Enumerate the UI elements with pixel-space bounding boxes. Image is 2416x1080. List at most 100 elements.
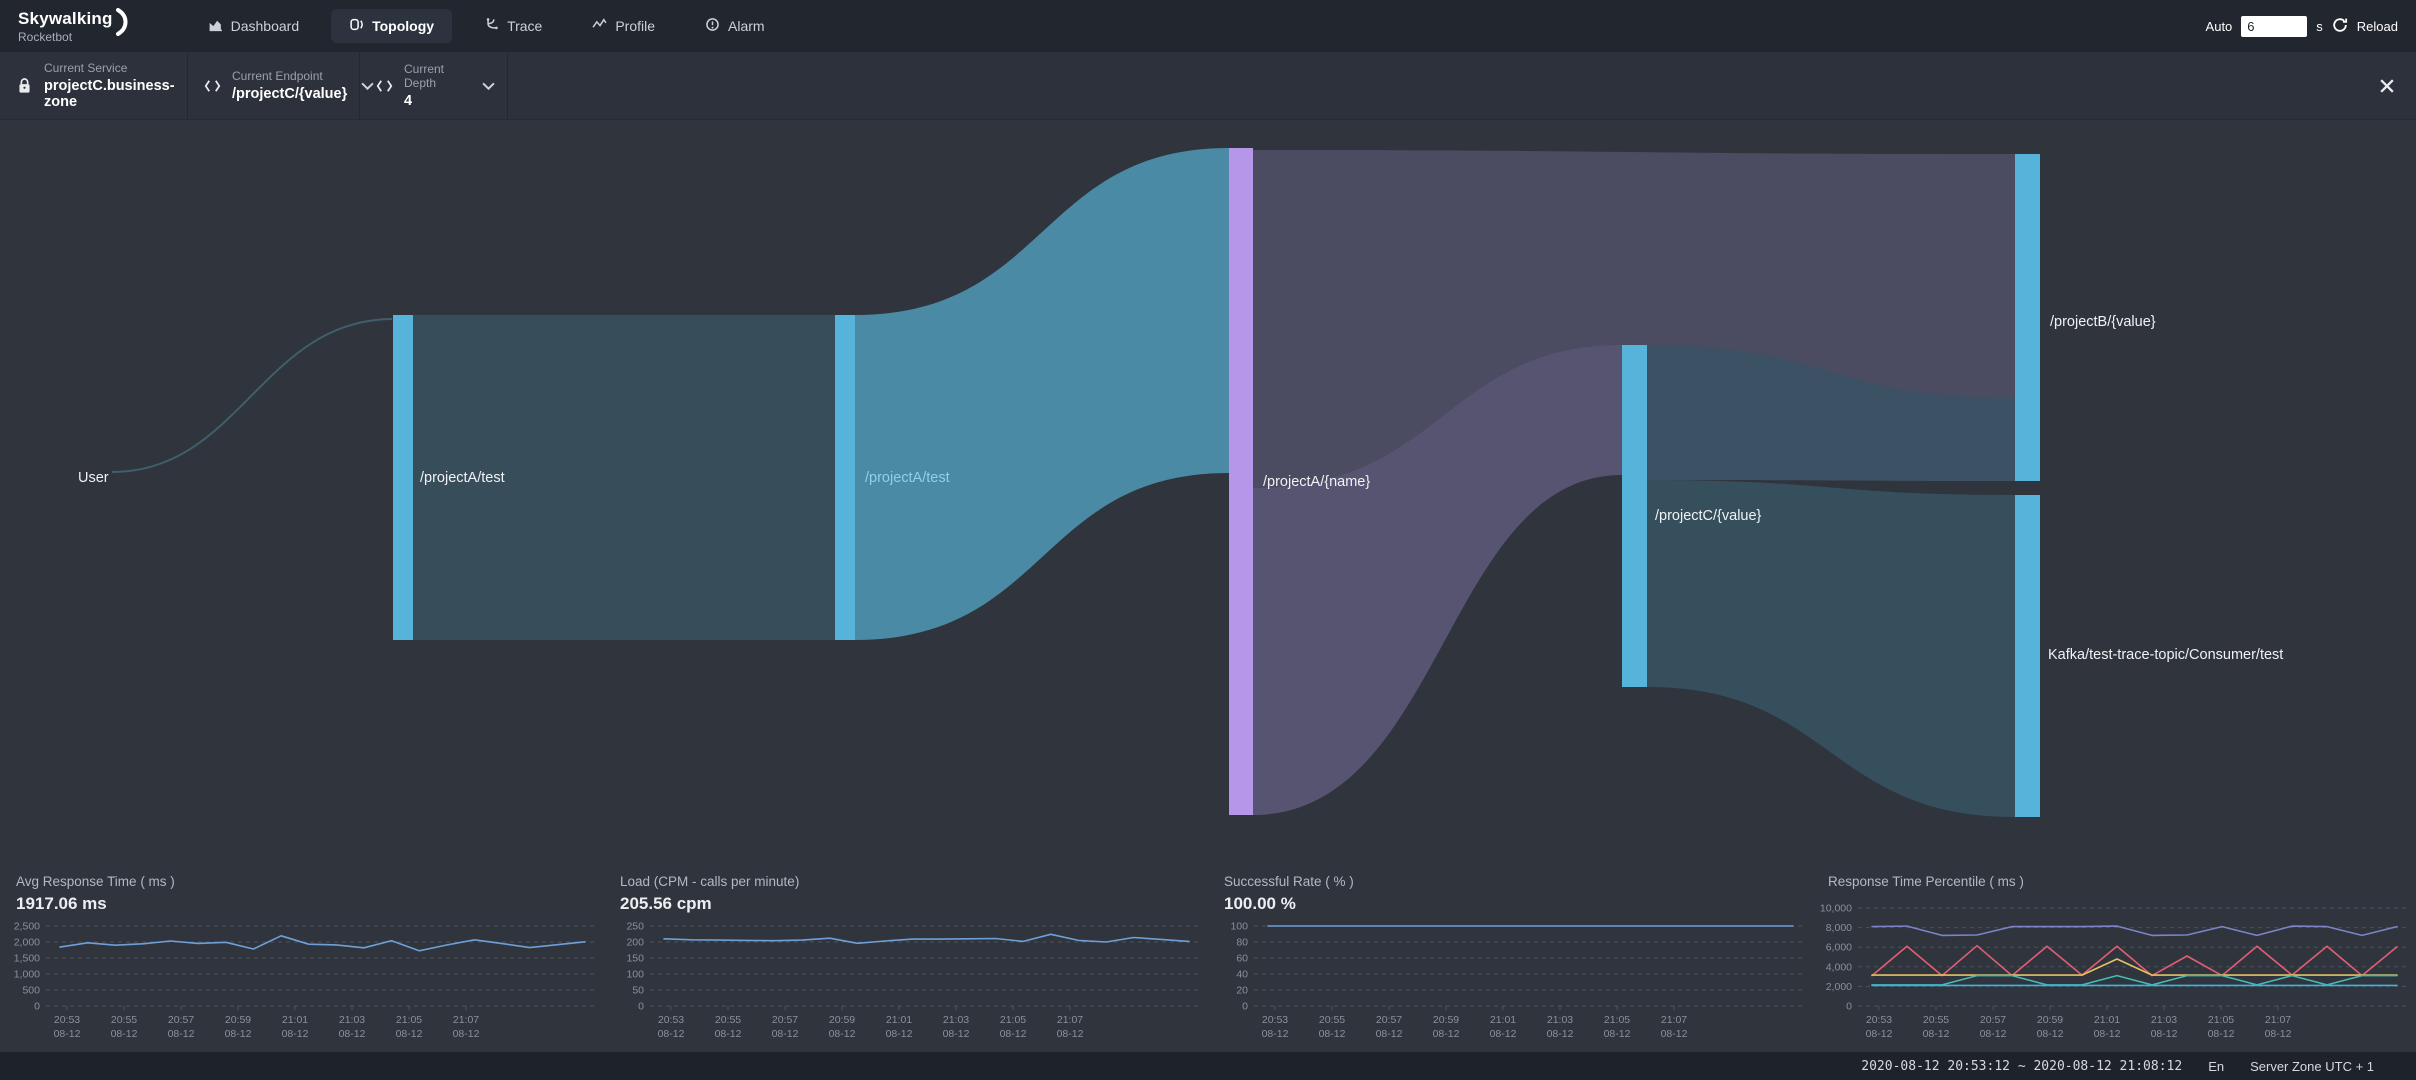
x-axis-tick-date: 08-12	[396, 1028, 423, 1040]
chart-series-red	[1872, 946, 2397, 976]
sankey-link-2	[855, 148, 1229, 640]
metric-charts-row: Avg Response Time ( ms ) 1917.06 ms 2,50…	[0, 862, 2416, 1052]
x-axis-tick-time: 20:53	[658, 1014, 684, 1026]
x-axis-tick-date: 08-12	[2037, 1028, 2064, 1040]
x-axis-tick-date: 08-12	[111, 1028, 138, 1040]
x-axis-tick-date: 08-12	[2265, 1028, 2292, 1040]
current-depth-selector[interactable]: Current Depth 4	[360, 52, 508, 119]
x-axis-tick-date: 08-12	[886, 1028, 913, 1040]
y-axis-tick-label: 100	[626, 969, 644, 981]
nav-item-trace[interactable]: Trace	[466, 9, 560, 43]
current-endpoint-value: /projectC/{value}	[232, 86, 347, 102]
nav-item-label: Trace	[507, 18, 542, 34]
y-axis-tick-label: 200	[626, 937, 644, 949]
nav-item-topology[interactable]: Topology	[331, 9, 452, 43]
sankey-node[interactable]	[2015, 495, 2040, 817]
chart-series-load	[664, 934, 1189, 943]
x-axis-tick-date: 08-12	[943, 1028, 970, 1040]
x-axis-tick-time: 20:59	[2037, 1014, 2063, 1026]
x-axis-tick-time: 21:01	[1490, 1014, 1516, 1026]
x-axis-tick-time: 21:03	[339, 1014, 365, 1026]
y-axis-tick-label: 500	[22, 985, 40, 997]
x-axis-tick-time: 20:57	[1980, 1014, 2006, 1026]
chart-big-value: 205.56 cpm	[604, 892, 1208, 918]
y-axis-tick-label: 1,500	[14, 953, 40, 965]
top-nav: Skywalking Rocketbot Dashboard Topology …	[0, 0, 2416, 52]
sankey-node[interactable]	[393, 315, 413, 640]
x-axis-tick-time: 20:53	[54, 1014, 80, 1026]
close-icon[interactable]	[2380, 79, 2394, 93]
x-axis-tick-date: 08-12	[2151, 1028, 2178, 1040]
x-axis-tick-time: 21:03	[943, 1014, 969, 1026]
sankey-node[interactable]	[1622, 345, 1647, 687]
current-depth-value: 4	[404, 93, 468, 109]
x-axis-tick-date: 08-12	[829, 1028, 856, 1040]
multi-line-chart: 10,0008,0006,0004,0002,000020:5308-1220:…	[1812, 892, 2416, 1052]
x-axis-tick-date: 08-12	[1980, 1028, 2007, 1040]
y-axis-tick-label: 100	[1230, 921, 1248, 933]
sankey-node-label: /projectB/{value}	[2050, 314, 2156, 330]
y-axis-tick-label: 2,000	[1826, 981, 1852, 993]
sankey-link-6	[1647, 480, 2015, 817]
chart-series-purple	[1872, 926, 2397, 935]
topology-icon	[349, 17, 364, 35]
topology-filter-bar: Current Service projectC.business-zone C…	[0, 52, 2416, 120]
x-axis-tick-date: 08-12	[1490, 1028, 1517, 1040]
chart-big-value: 1917.06 ms	[0, 892, 604, 918]
nav-item-label: Alarm	[728, 18, 765, 34]
code-icon	[376, 79, 393, 93]
line-chart: 10080604020020:5308-1220:5508-1220:5708-…	[1208, 918, 1812, 1058]
x-axis-tick-date: 08-12	[1661, 1028, 1688, 1040]
lock-icon	[16, 77, 33, 95]
y-axis-tick-label: 10,000	[1820, 903, 1852, 915]
chart-avg-response-time: Avg Response Time ( ms ) 1917.06 ms 2,50…	[0, 862, 604, 1052]
current-service-selector[interactable]: Current Service projectC.business-zone	[0, 52, 188, 119]
refresh-controls: Auto s Reload	[2206, 16, 2398, 37]
x-axis-tick-date: 08-12	[1547, 1028, 1574, 1040]
chevron-down-icon	[482, 82, 495, 90]
x-axis-tick-date: 08-12	[2208, 1028, 2235, 1040]
y-axis-tick-label: 40	[1236, 969, 1248, 981]
x-axis-tick-time: 21:05	[2208, 1014, 2234, 1026]
y-axis-tick-label: 8,000	[1826, 922, 1852, 934]
sankey-node[interactable]	[1229, 148, 1253, 815]
reload-icon[interactable]	[2332, 17, 2348, 36]
nav-menu: Dashboard Topology Trace Profile Alarm	[190, 9, 783, 43]
x-axis-tick-date: 08-12	[1866, 1028, 1893, 1040]
y-axis-tick-label: 2,000	[14, 937, 40, 949]
line-chart: 2,5002,0001,5001,000500020:5308-1220:550…	[0, 918, 604, 1058]
x-axis-tick-date: 08-12	[168, 1028, 195, 1040]
x-axis-tick-time: 20:57	[168, 1014, 194, 1026]
chart-response-time-percentile: Response Time Percentile ( ms ) 10,0008,…	[1812, 862, 2416, 1052]
nav-item-alarm[interactable]: Alarm	[687, 9, 783, 43]
profile-icon	[592, 17, 607, 35]
sankey-node[interactable]	[835, 315, 855, 640]
x-axis-tick-time: 20:57	[772, 1014, 798, 1026]
x-axis-tick-date: 08-12	[1000, 1028, 1027, 1040]
nav-item-dashboard[interactable]: Dashboard	[190, 9, 318, 43]
chart-series-teal	[1872, 976, 2397, 985]
y-axis-tick-label: 50	[632, 985, 644, 997]
chart-series-avg-response-time	[60, 936, 585, 951]
x-axis-tick-time: 21:05	[1000, 1014, 1026, 1026]
current-endpoint-selector[interactable]: Current Endpoint /projectC/{value}	[188, 52, 360, 119]
auto-interval-input[interactable]	[2241, 16, 2307, 37]
x-axis-tick-date: 08-12	[282, 1028, 309, 1040]
y-axis-tick-label: 80	[1236, 937, 1248, 949]
y-axis-tick-label: 250	[626, 921, 644, 933]
sankey-link-0	[112, 319, 392, 472]
y-axis-tick-label: 20	[1236, 985, 1248, 997]
x-axis-tick-time: 21:07	[1057, 1014, 1083, 1026]
nav-item-profile[interactable]: Profile	[574, 9, 673, 43]
x-axis-tick-time: 20:53	[1866, 1014, 1892, 1026]
reload-label[interactable]: Reload	[2357, 19, 2398, 34]
x-axis-tick-date: 08-12	[658, 1028, 685, 1040]
dashboard-icon	[208, 17, 223, 35]
sankey-node-label: /projectA/test	[420, 470, 505, 486]
sankey-node[interactable]	[2015, 154, 2040, 481]
x-axis-tick-date: 08-12	[715, 1028, 742, 1040]
chart-big-value: 100.00 %	[1208, 892, 1812, 918]
language-selector[interactable]: En	[2208, 1059, 2224, 1074]
x-axis-tick-date: 08-12	[453, 1028, 480, 1040]
x-axis-tick-time: 20:55	[1923, 1014, 1949, 1026]
